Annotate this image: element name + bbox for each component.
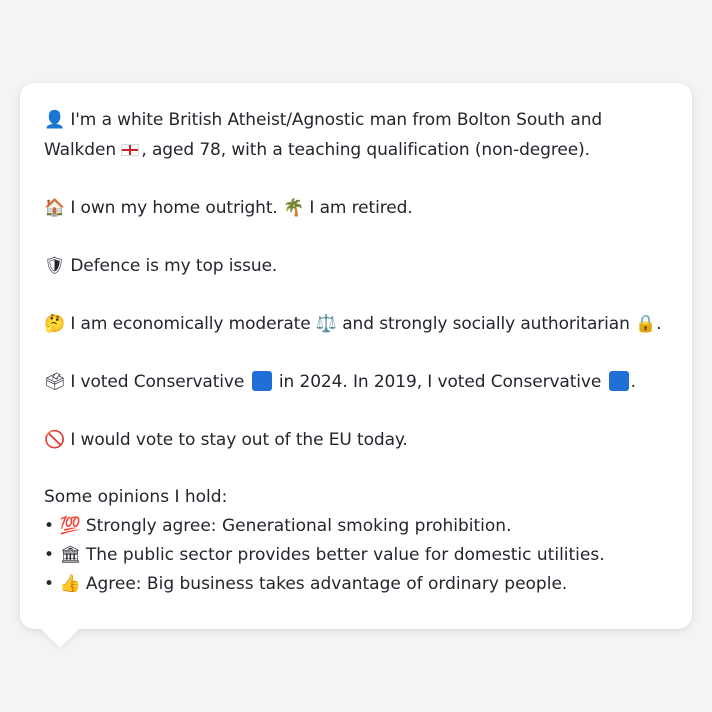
palm-tree-icon: 🌴 — [283, 198, 305, 218]
opinion-text: Agree: Big business takes advantage of o… — [85, 574, 568, 594]
voting-period: . — [630, 372, 636, 392]
blue-square-icon — [251, 371, 272, 391]
ballot-box-icon: 🗳 — [44, 372, 66, 392]
stage: 👤 I'm a white British Atheist/Agnostic m… — [0, 0, 712, 712]
person-icon: 👤 — [44, 110, 66, 130]
ideology-text: I am economically moderate — [70, 314, 311, 334]
ideology-text-social: and strongly socially authoritarian — [342, 314, 630, 334]
list-item: • 👍 Agree: Big business takes advantage … — [44, 570, 668, 599]
no-entry-icon: 🚫 — [44, 430, 66, 450]
opinions-heading: Some opinions I hold: — [44, 487, 228, 507]
voting-text-2024: I voted Conservative — [70, 372, 245, 392]
scales-icon: ⚖️ — [315, 314, 337, 334]
ideology-period: . — [656, 314, 662, 334]
list-item: • 🏛 The public sector provides better va… — [44, 541, 668, 570]
list-item: • 💯 Strongly agree: Generational smoking… — [44, 512, 668, 541]
bullet: • — [44, 545, 55, 565]
top-issue-paragraph: 🛡 Defence is my top issue. — [44, 251, 668, 281]
blue-square-icon — [608, 371, 629, 391]
england-flag-icon — [121, 144, 140, 156]
classical-building-icon: 🏛 — [59, 545, 82, 565]
ideology-paragraph: 🤔 I am economically moderate ⚖️ and stro… — [44, 309, 668, 339]
voting-text-2019: in 2024. In 2019, I voted Conservative — [278, 372, 602, 392]
speech-bubble: 👤 I'm a white British Atheist/Agnostic m… — [20, 83, 692, 629]
intro-paragraph: 👤 I'm a white British Atheist/Agnostic m… — [44, 105, 668, 165]
shield-icon: 🛡 — [44, 256, 66, 276]
thumbs-up-icon: 👍 — [59, 574, 81, 594]
intro-text-continued: , aged 78, with a teaching qualification… — [141, 140, 590, 160]
housing-text: I own my home outright. — [70, 198, 278, 218]
bullet: • — [44, 574, 55, 594]
thinking-face-icon: 🤔 — [44, 314, 66, 334]
opinions-list: • 💯 Strongly agree: Generational smoking… — [44, 512, 668, 599]
opinion-text: Strongly agree: Generational smoking pro… — [85, 516, 512, 536]
lock-icon: 🔒 — [635, 314, 657, 334]
opinion-text: The public sector provides better value … — [85, 545, 605, 565]
bullet: • — [44, 516, 55, 536]
top-issue-text: Defence is my top issue. — [70, 256, 278, 276]
speech-bubble-tail — [40, 628, 80, 648]
house-icon: 🏠 — [44, 198, 66, 218]
eu-text: I would vote to stay out of the EU today… — [70, 430, 408, 450]
hundred-points-icon: 💯 — [59, 516, 81, 536]
eu-paragraph: 🚫 I would vote to stay out of the EU tod… — [44, 425, 668, 455]
housing-paragraph: 🏠 I own my home outright. 🌴 I am retired… — [44, 193, 668, 223]
retired-text: I am retired. — [309, 198, 413, 218]
voting-paragraph: 🗳 I voted Conservative in 2024. In 2019,… — [44, 367, 668, 397]
